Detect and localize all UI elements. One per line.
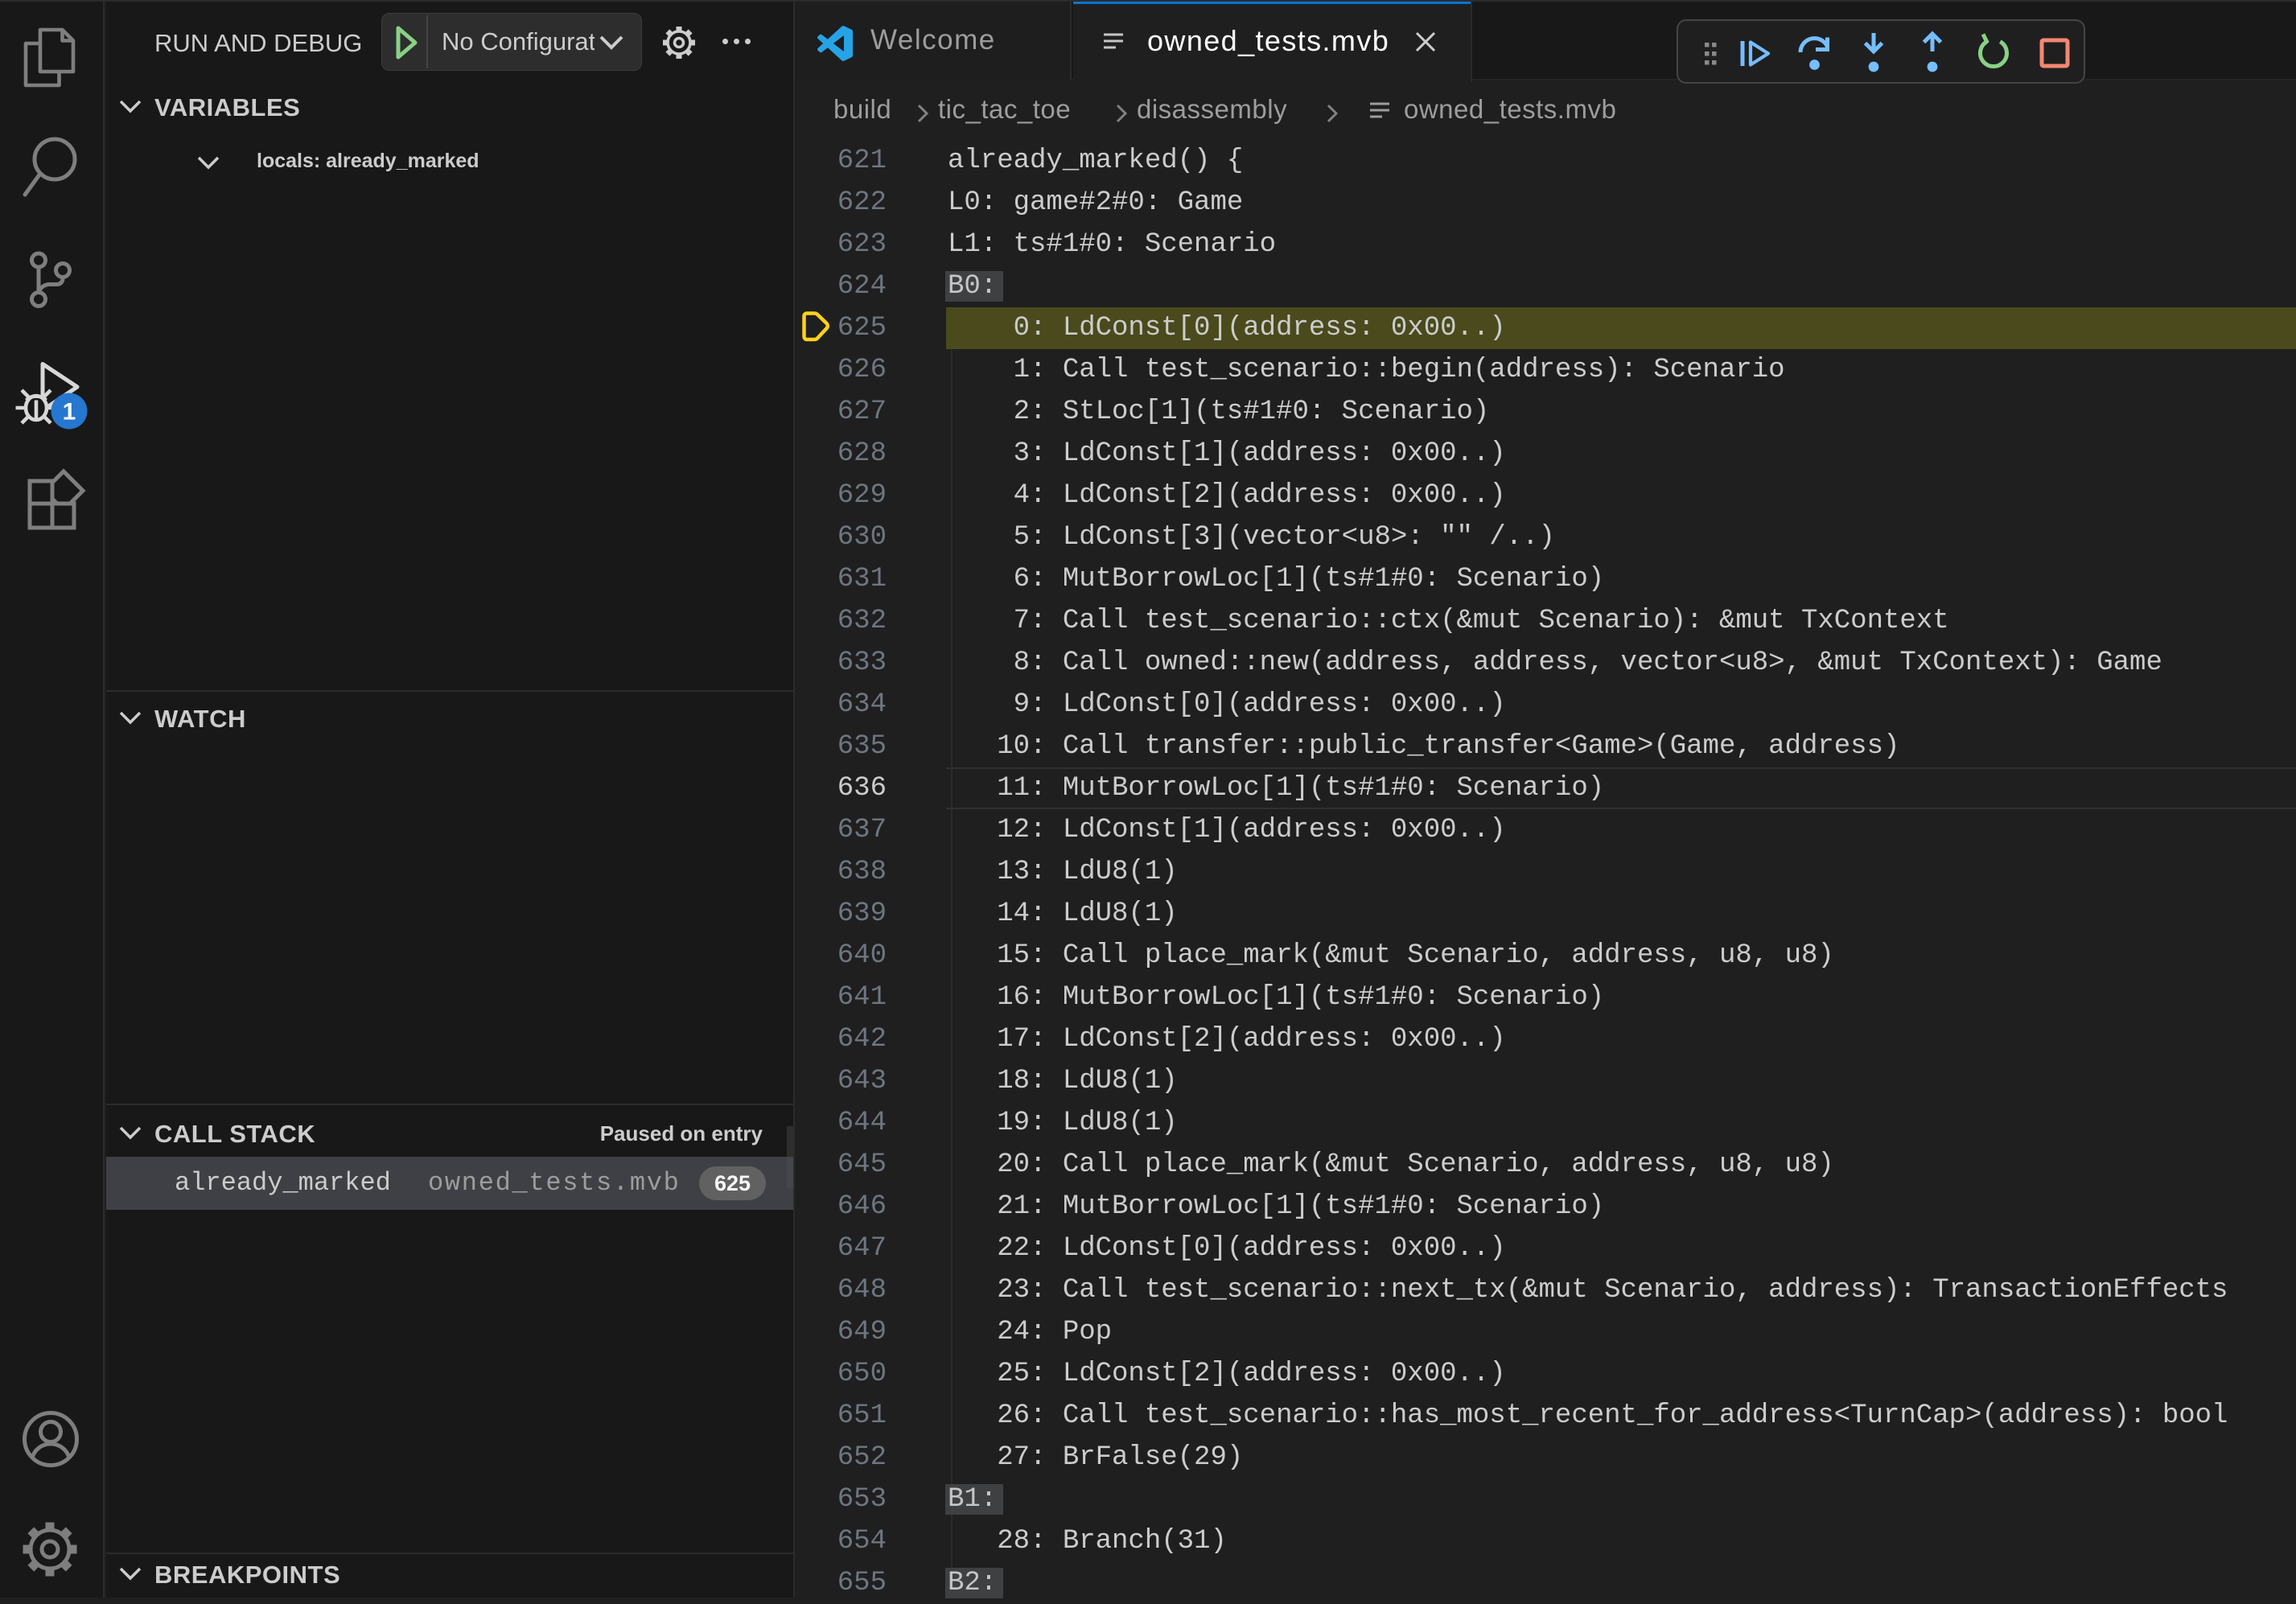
svg-text:1: 1 bbox=[63, 399, 76, 426]
